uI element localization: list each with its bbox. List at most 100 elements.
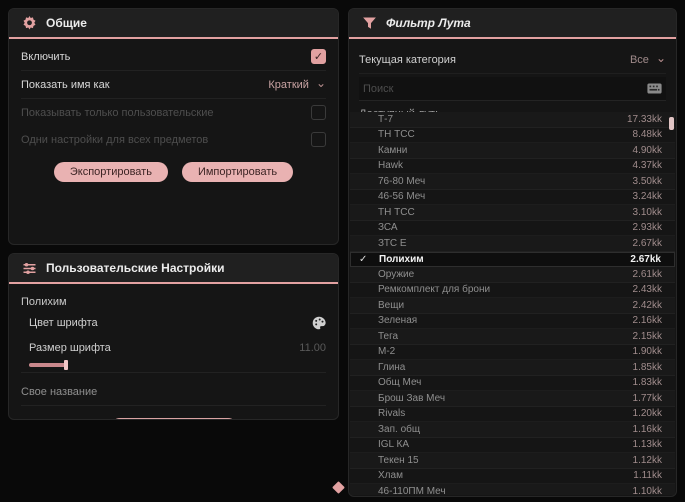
- loot-item-value: 2.93kk: [632, 222, 662, 234]
- category-label: Текущая категория: [359, 54, 456, 66]
- loot-list-item[interactable]: Глина 1.85kk: [350, 360, 675, 376]
- loot-item-name: Ремкомплект для брони: [378, 284, 491, 296]
- loot-list-item[interactable]: ТН ТСС 3.10kk: [350, 205, 675, 221]
- custom-name-input[interactable]: Свое название: [21, 379, 326, 406]
- chevron-down-icon: ⌄: [315, 75, 326, 90]
- loot-list-item[interactable]: 46-110ПМ Меч 1.10kk: [350, 484, 675, 495]
- loot-item-value: 17.33kk: [626, 113, 662, 125]
- loot-list-item[interactable]: ЗСА 2.93kk: [350, 220, 675, 236]
- setting-label: Показывать только пользовательские: [21, 106, 214, 119]
- loot-item-name: 46-110ПМ Меч: [378, 485, 446, 495]
- panel-title: Общие: [46, 16, 87, 30]
- loot-item-value: 1.83kk: [632, 377, 662, 389]
- loot-list-item[interactable]: Хлам 1.11kk: [350, 468, 675, 484]
- loot-list-item[interactable]: Тега 2.15kk: [350, 329, 675, 345]
- loot-item-value: 1.90kk: [632, 346, 662, 358]
- loot-item-name: Зап. общ: [378, 423, 421, 435]
- loot-item-name: Вещи: [378, 299, 405, 311]
- selected-item-name: Полихим: [21, 296, 67, 308]
- font-color-row[interactable]: Цвет шрифта: [21, 310, 326, 335]
- font-size-slider[interactable]: [21, 360, 326, 373]
- loot-list-item[interactable]: Вещи 2.42kk: [350, 298, 675, 314]
- name-mode-dropdown[interactable]: Краткий ⌄: [268, 75, 326, 91]
- enable-checkbox[interactable]: ✓: [311, 49, 326, 64]
- loot-filter-panel: Фильтр Лута Текущая категория Все ⌄ Поис…: [348, 8, 677, 497]
- setting-row-enable: Включить ✓: [21, 43, 326, 71]
- loot-list-item[interactable]: Оружие 2.61kk: [350, 267, 675, 283]
- loot-item-value: 2.61kk: [632, 268, 662, 280]
- loot-item-name: Хлам: [378, 470, 403, 482]
- loot-item-name: ТН ТСС: [378, 129, 415, 141]
- loot-item-name: Полихим: [379, 253, 424, 265]
- loot-list-item[interactable]: Т-7 17.33kk: [350, 112, 675, 128]
- setting-row-same-settings: Одни настройки для всех предметов: [21, 126, 326, 153]
- loot-list-item[interactable]: ЗТС Е 2.67kk: [350, 236, 675, 252]
- loot-item-name: Общ Меч: [378, 377, 422, 389]
- palette-icon[interactable]: [312, 316, 326, 330]
- custom-only-checkbox[interactable]: [311, 105, 326, 120]
- export-button[interactable]: Экспортировать: [53, 162, 168, 182]
- custom-settings-header: Пользовательские Настройки: [9, 254, 338, 284]
- loot-item-name: Текен 15: [378, 454, 419, 466]
- panel-title: Пользовательские Настройки: [46, 261, 225, 275]
- search-placeholder: Поиск: [363, 82, 394, 95]
- loot-item-value: 1.16kk: [632, 423, 662, 435]
- loot-item-value: 1.11kk: [633, 470, 662, 482]
- loot-item-name: ЗТС Е: [378, 237, 407, 249]
- category-row: Текущая категория Все ⌄: [359, 47, 666, 74]
- import-button[interactable]: Импортировать: [181, 162, 294, 182]
- loot-list-item[interactable]: Ремкомплект для брони 2.43kk: [350, 282, 675, 298]
- sliders-icon: [21, 260, 37, 276]
- loot-item-name: Брош Зав Меч: [378, 392, 446, 404]
- loot-list-item[interactable]: IGL КА 1.13kk: [350, 437, 675, 453]
- loot-item-value: 1.77kk: [632, 392, 662, 404]
- loot-filter-header: Фильтр Лута: [349, 9, 676, 39]
- setting-label: Показать имя как: [21, 78, 110, 91]
- loot-list-item[interactable]: ✓ Полихим 2.67kk: [350, 251, 675, 267]
- loot-list-item[interactable]: ТН ТСС 8.48kk: [350, 127, 675, 143]
- category-value: Все: [629, 54, 649, 66]
- loot-item-value: 2.43kk: [632, 284, 662, 296]
- setting-label: Включить: [21, 50, 71, 63]
- loot-list: Т-7 17.33kk ТН ТСС 8.48kk Камни 4.90kk Hawk 4.3…: [350, 112, 675, 495]
- search-input[interactable]: Поиск: [359, 77, 666, 101]
- loot-item-name: 76-80 Меч: [378, 175, 426, 187]
- loot-item-name: Оружие: [378, 268, 415, 280]
- loot-list-item[interactable]: Зеленая 2.16kk: [350, 313, 675, 329]
- loot-list-item[interactable]: Текен 15 1.12kk: [350, 453, 675, 469]
- keyboard-icon[interactable]: [647, 83, 662, 94]
- loot-item-value: 1.10kk: [632, 485, 662, 495]
- loot-list-item[interactable]: Hawk 4.37kk: [350, 158, 675, 174]
- loot-item-name: IGL КА: [378, 439, 410, 451]
- loot-item-name: 46-56 Меч: [378, 191, 426, 203]
- slider-handle[interactable]: [64, 360, 68, 370]
- loot-list-item[interactable]: Брош Зав Меч 1.77kk: [350, 391, 675, 407]
- loot-item-value: 3.10kk: [632, 206, 662, 218]
- loot-list-item[interactable]: 76-80 Меч 3.50kk: [350, 174, 675, 190]
- loot-item-value: 8.48kk: [632, 129, 662, 141]
- check-icon: ✓: [359, 253, 368, 265]
- loot-list-item[interactable]: 46-56 Меч 3.24kk: [350, 189, 675, 205]
- loot-list-item[interactable]: Rivals 1.20kk: [350, 406, 675, 422]
- delete-button[interactable]: Удалить: [110, 418, 237, 419]
- font-size-row: Размер шрифта 11.00: [21, 335, 326, 360]
- cursor-icon: [332, 481, 345, 494]
- scrollbar-thumb[interactable]: [669, 117, 674, 130]
- category-dropdown[interactable]: Все ⌄: [629, 52, 666, 66]
- loot-item-value: 4.90kk: [632, 144, 662, 156]
- same-settings-checkbox[interactable]: [311, 132, 326, 147]
- loot-list-item[interactable]: Камни 4.90kk: [350, 143, 675, 159]
- loot-item-name: Hawk: [378, 160, 404, 172]
- loot-list-item[interactable]: М-2 1.90kk: [350, 344, 675, 360]
- setting-row-custom-only: Показывать только пользовательские: [21, 99, 326, 126]
- loot-list-item[interactable]: Зап. общ 1.16kk: [350, 422, 675, 438]
- loot-item-name: Тега: [378, 330, 399, 342]
- loot-item-value: 1.13kk: [632, 439, 662, 451]
- general-panel-header: Общие: [9, 9, 338, 39]
- general-panel: Общие Включить ✓ Показать имя как Кратки…: [8, 8, 339, 245]
- font-color-label: Цвет шрифта: [29, 316, 98, 329]
- loot-list-item[interactable]: Общ Меч 1.83kk: [350, 375, 675, 391]
- custom-name-placeholder: Свое название: [21, 386, 98, 398]
- font-size-value: 11.00: [299, 341, 326, 354]
- loot-item-name: Зеленая: [378, 315, 418, 327]
